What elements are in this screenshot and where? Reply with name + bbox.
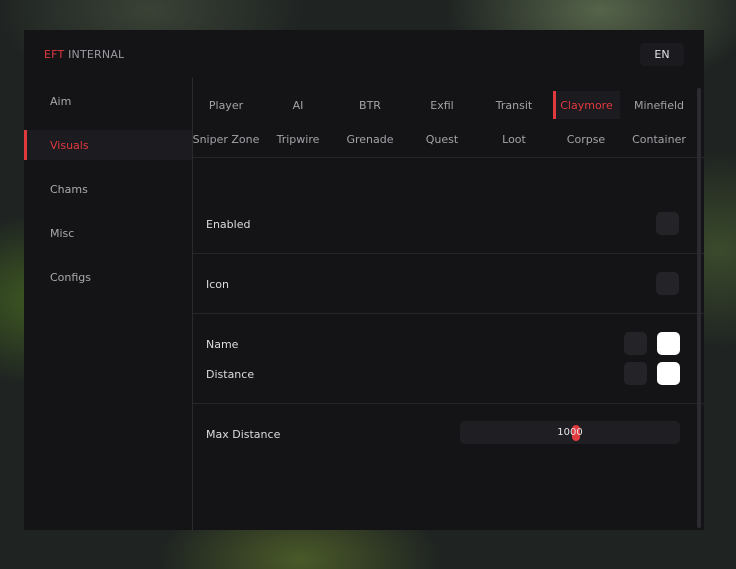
distance-label: Distance	[206, 368, 255, 381]
name-checkbox[interactable]	[624, 332, 647, 355]
icon-label: Icon	[206, 278, 229, 291]
sidebar: Aim Visuals Chams Misc Configs	[24, 78, 192, 530]
tabs-divider	[193, 157, 704, 158]
sidebar-item-configs[interactable]: Configs	[24, 262, 192, 292]
tab-container[interactable]: Container	[623, 125, 695, 153]
tab-player[interactable]: Player	[190, 91, 262, 119]
brand-name: INTERNAL	[68, 48, 125, 61]
tab-grenade[interactable]: Grenade	[334, 125, 406, 153]
max-distance-value: 1000	[557, 427, 583, 438]
sidebar-item-aim[interactable]: Aim	[24, 86, 192, 116]
scrollbar[interactable]	[697, 88, 701, 528]
sidebar-item-visuals[interactable]: Visuals	[24, 130, 192, 160]
sidebar-item-chams[interactable]: Chams	[24, 174, 192, 204]
tab-minefield[interactable]: Minefield	[623, 91, 695, 119]
row-divider	[193, 313, 704, 314]
max-distance-slider[interactable]: 1000	[460, 421, 680, 444]
visuals-panel: Player AI BTR Exfil Transit Claymore Min…	[193, 78, 704, 530]
tab-corpse[interactable]: Corpse	[550, 125, 622, 153]
name-color-picker[interactable]	[657, 332, 680, 355]
max-distance-label: Max Distance	[206, 428, 281, 441]
tab-quest[interactable]: Quest	[406, 125, 478, 153]
language-button[interactable]: EN	[640, 43, 684, 66]
tab-ai[interactable]: AI	[262, 91, 334, 119]
tab-loot[interactable]: Loot	[478, 125, 550, 153]
distance-checkbox[interactable]	[624, 362, 647, 385]
tab-claymore[interactable]: Claymore	[553, 91, 620, 119]
tab-exfil[interactable]: Exfil	[406, 91, 478, 119]
name-label: Name	[206, 338, 239, 351]
row-divider	[193, 403, 704, 404]
title-bar: EFT INTERNAL EN	[24, 30, 704, 78]
tab-sniper-zone[interactable]: Sniper Zone	[190, 125, 262, 153]
enabled-checkbox[interactable]	[656, 212, 679, 235]
brand-accent: EFT	[44, 48, 65, 61]
tab-btr[interactable]: BTR	[334, 91, 406, 119]
menu-window: EFT INTERNAL EN Aim Visuals Chams Misc C…	[24, 30, 704, 530]
enabled-label: Enabled	[206, 218, 251, 231]
app-brand: EFT INTERNAL	[44, 48, 124, 61]
icon-checkbox[interactable]	[656, 272, 679, 295]
sidebar-item-misc[interactable]: Misc	[24, 218, 192, 248]
tab-transit[interactable]: Transit	[478, 91, 550, 119]
tab-tripwire[interactable]: Tripwire	[262, 125, 334, 153]
distance-color-picker[interactable]	[657, 362, 680, 385]
row-divider	[193, 253, 704, 254]
